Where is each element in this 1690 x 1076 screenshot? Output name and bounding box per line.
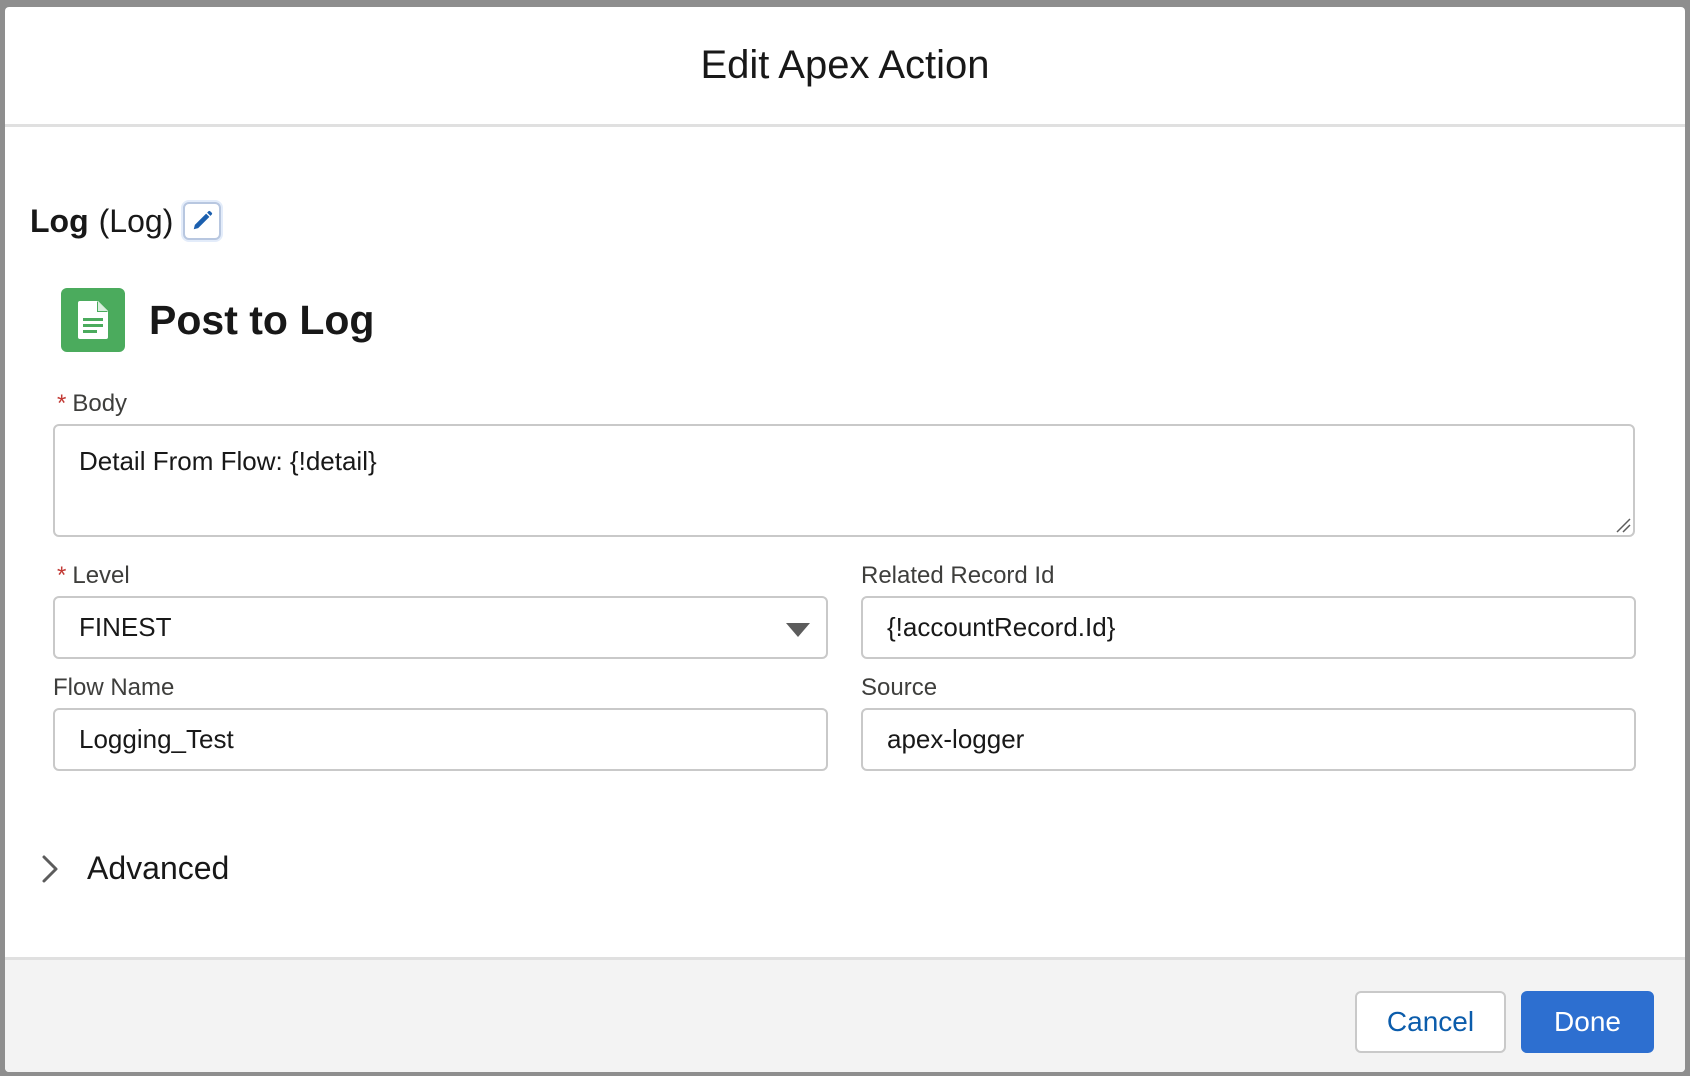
body-label: * Body [57, 390, 127, 418]
edit-action-button[interactable] [183, 202, 222, 240]
level-label-text: Level [72, 562, 130, 589]
body-textarea[interactable]: Detail From Flow: {!detail} [53, 424, 1635, 537]
body-value: Detail From Flow: {!detail} [79, 446, 377, 476]
section-title: Post to Log [149, 296, 375, 343]
resize-handle-icon[interactable] [1615, 517, 1631, 533]
advanced-label: Advanced [87, 850, 230, 886]
chevron-right-icon [35, 854, 65, 884]
flow-name-label: Flow Name [53, 674, 175, 701]
related-record-id-label: Related Record Id [861, 562, 1055, 589]
related-record-id-value: {!accountRecord.Id} [887, 612, 1116, 642]
modal-header: Edit Apex Action [5, 7, 1685, 127]
level-value: FINEST [79, 612, 172, 642]
source-value: apex-logger [887, 724, 1025, 754]
cancel-button[interactable]: Cancel [1355, 991, 1506, 1053]
action-api-name: (Log) [98, 202, 174, 239]
source-label: Source [861, 674, 938, 701]
flow-name-value: Logging_Test [79, 724, 234, 754]
chevron-down-icon [786, 623, 810, 637]
body-label-text: Body [72, 390, 128, 417]
required-marker: * [57, 390, 67, 417]
related-record-id-input[interactable]: {!accountRecord.Id} [861, 596, 1636, 659]
level-select[interactable]: FINEST [53, 596, 828, 659]
required-marker: * [57, 562, 67, 589]
modal-footer: Cancel Done [5, 957, 1685, 1072]
level-label: * Level [57, 562, 130, 590]
edit-apex-action-modal: Edit Apex Action Log (Log) Post to Log * [5, 7, 1685, 1072]
advanced-section-toggle[interactable]: Advanced [35, 850, 229, 887]
document-icon [61, 288, 125, 352]
action-name: Log [30, 202, 89, 239]
done-button[interactable]: Done [1521, 991, 1654, 1053]
section-header: Post to Log [61, 288, 374, 352]
pencil-icon [194, 210, 213, 230]
modal-title: Edit Apex Action [700, 43, 990, 87]
action-header: Log (Log) [30, 202, 222, 240]
flow-name-input[interactable]: Logging_Test [53, 708, 828, 771]
source-input[interactable]: apex-logger [861, 708, 1636, 771]
